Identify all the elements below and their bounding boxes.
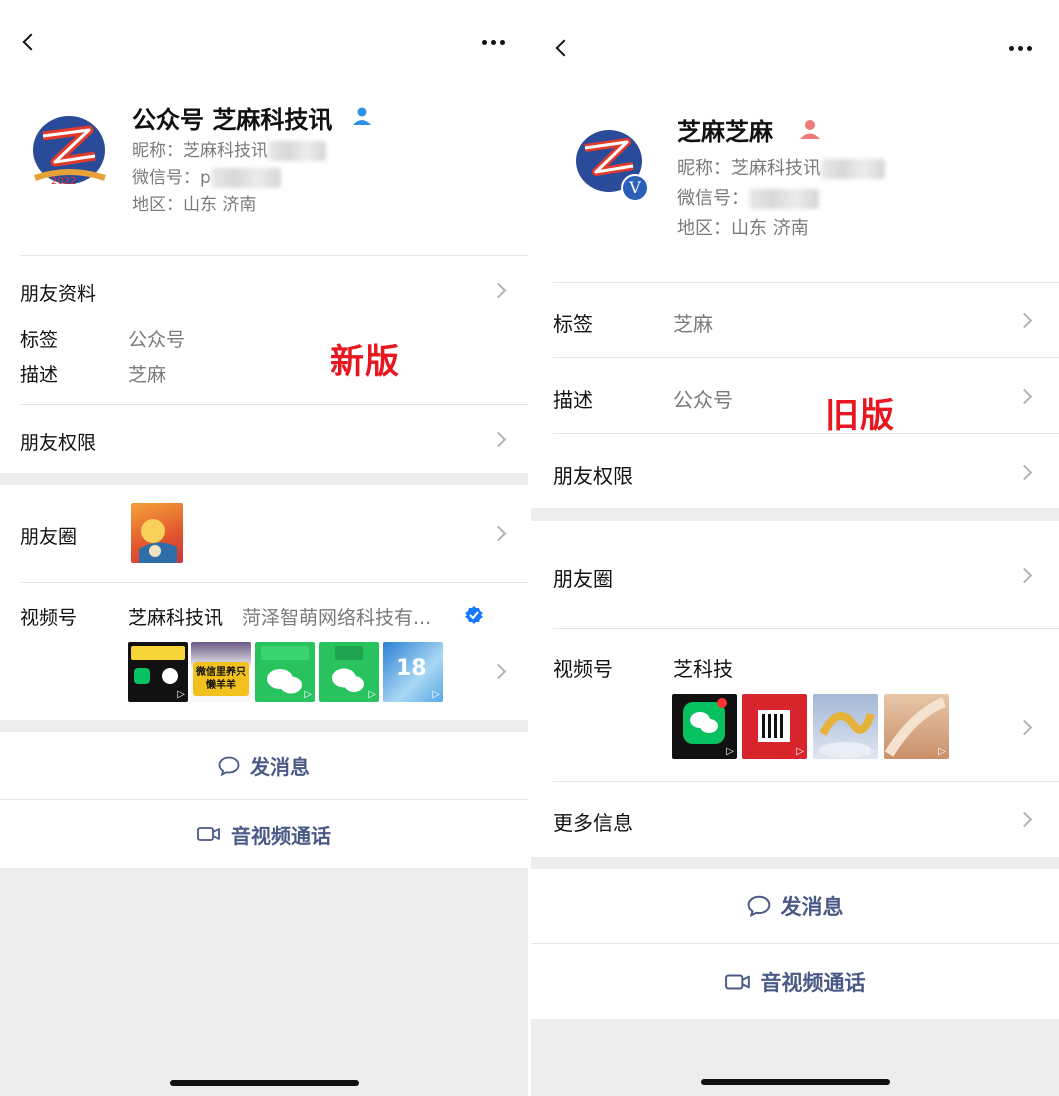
wechat-id-row: 微信号：	[677, 184, 819, 214]
divider	[553, 628, 1059, 629]
tag-value: 公众号	[128, 329, 186, 351]
divider	[553, 781, 1059, 782]
chat-bubble-icon	[218, 756, 240, 776]
moments-thumbnail[interactable]	[131, 503, 183, 563]
tag-label: 标签	[20, 329, 59, 351]
region-text: 地区：山东 济南	[132, 195, 257, 215]
play-icon: ▷	[938, 746, 946, 757]
channel-video-thumbnail[interactable]: 18 ▷	[383, 642, 443, 702]
redacted-mark	[749, 189, 819, 209]
send-message-button[interactable]: 发消息	[0, 732, 528, 799]
thumbnail-caption: 微信里养只懒羊羊	[193, 662, 249, 696]
video-camera-icon	[197, 827, 220, 841]
redacted-mark	[268, 141, 326, 161]
person-icon	[353, 107, 371, 125]
profile-name: 芝麻芝麻	[677, 118, 773, 146]
tag-value: 芝麻	[673, 312, 713, 336]
channel-video-thumbnail[interactable]: ▷	[672, 694, 737, 759]
thumbnail-caption: 18	[396, 656, 427, 681]
description-value: 芝麻	[128, 364, 167, 386]
verified-badge: V	[621, 174, 649, 202]
redacted-mark	[210, 168, 281, 188]
moments-label[interactable]: 朋友圈	[553, 563, 613, 592]
home-indicator[interactable]	[170, 1080, 359, 1086]
nickname-text: 昵称：芝麻科技讯	[677, 158, 821, 179]
channel-video-thumbnail[interactable]: ▷	[255, 642, 315, 702]
description-value: 公众号	[673, 388, 733, 412]
friend-permissions-item[interactable]: 朋友权限	[20, 428, 96, 455]
chat-bubble-icon	[747, 895, 770, 917]
channel-video-thumbnail[interactable]: ▷	[128, 642, 188, 702]
channels-organization: 菏泽智萌网络科技有...	[242, 607, 432, 629]
friend-profile-label[interactable]: 朋友资料	[20, 279, 96, 306]
video-camera-icon	[724, 974, 750, 989]
send-message-label: 发消息	[780, 895, 844, 919]
avatar[interactable]: V	[573, 126, 649, 202]
wechat-id-row: 微信号：p	[132, 165, 281, 192]
av-call-label: 音视频通话	[231, 823, 331, 848]
play-icon: ▷	[432, 689, 440, 700]
profile-name: 公众号 芝麻科技讯	[132, 106, 333, 134]
avatar[interactable]: 2022	[29, 112, 109, 192]
friend-permissions-item[interactable]: 朋友权限	[553, 460, 633, 489]
version-stamp: 新版	[330, 342, 400, 382]
play-icon: ▷	[796, 746, 804, 757]
region-text: 地区：山东 济南	[677, 218, 809, 239]
more-info-item[interactable]: 更多信息	[553, 807, 633, 836]
send-message-button[interactable]: 发消息	[531, 869, 1059, 943]
home-indicator[interactable]	[701, 1079, 890, 1085]
divider	[553, 282, 1059, 283]
more-icon[interactable]	[1009, 46, 1032, 51]
divider	[20, 255, 528, 256]
divider	[20, 582, 528, 583]
play-icon: ▷	[304, 689, 312, 700]
divider	[553, 357, 1059, 358]
play-icon: ▷	[368, 689, 376, 700]
moments-label[interactable]: 朋友圈	[20, 522, 77, 549]
redacted-mark	[821, 159, 885, 179]
channel-video-thumbnail[interactable]: ▷	[813, 694, 878, 759]
play-icon: ▷	[726, 746, 734, 757]
new-version-panel: 2022 公众号 芝麻科技讯 昵称：芝麻科技讯 微信号：p 地区：山东 济南 朋…	[0, 0, 528, 1096]
divider	[20, 404, 528, 405]
av-call-label: 音视频通话	[760, 970, 866, 995]
description-label: 描述	[20, 364, 59, 386]
channels-label[interactable]: 视频号	[20, 603, 77, 630]
description-label[interactable]: 描述	[553, 384, 593, 413]
divider	[553, 433, 1059, 434]
play-icon: ▷	[177, 689, 185, 700]
av-call-button[interactable]: 音视频通话	[0, 800, 528, 868]
channel-video-thumbnail[interactable]: ▷	[742, 694, 807, 759]
profile-card	[0, 0, 528, 473]
more-icon[interactable]	[482, 40, 505, 45]
channel-video-thumbnail[interactable]: ▷	[884, 694, 949, 759]
channel-video-thumbnail[interactable]: ▷	[319, 642, 379, 702]
av-call-button[interactable]: 音视频通话	[531, 944, 1059, 1019]
person-icon	[800, 120, 820, 139]
play-icon: ▷	[867, 746, 875, 757]
verified-icon	[465, 606, 483, 624]
version-stamp: 旧版	[825, 396, 895, 436]
channels-label[interactable]: 视频号	[553, 653, 613, 682]
nickname-text: 昵称：芝麻科技讯	[132, 141, 268, 161]
channels-name[interactable]: 芝麻科技讯	[128, 603, 223, 630]
wechat-id-text: 微信号：p	[132, 168, 211, 188]
tag-label[interactable]: 标签	[553, 308, 593, 337]
old-version-panel: V 芝麻芝麻 昵称：芝麻科技讯 微信号： 地区：山东 济南 标签 芝麻 描述 公…	[531, 0, 1059, 1096]
wechat-id-text: 微信号：	[677, 188, 749, 209]
profile-card	[531, 0, 1059, 508]
channel-video-thumbnail[interactable]: 微信里养只懒羊羊	[191, 642, 251, 702]
nickname-row: 昵称：芝麻科技讯	[132, 138, 326, 165]
nickname-row: 昵称：芝麻科技讯	[677, 154, 885, 184]
channels-name[interactable]: 芝科技	[673, 653, 733, 682]
send-message-label: 发消息	[250, 755, 310, 779]
svg-text:2022: 2022	[51, 176, 76, 187]
